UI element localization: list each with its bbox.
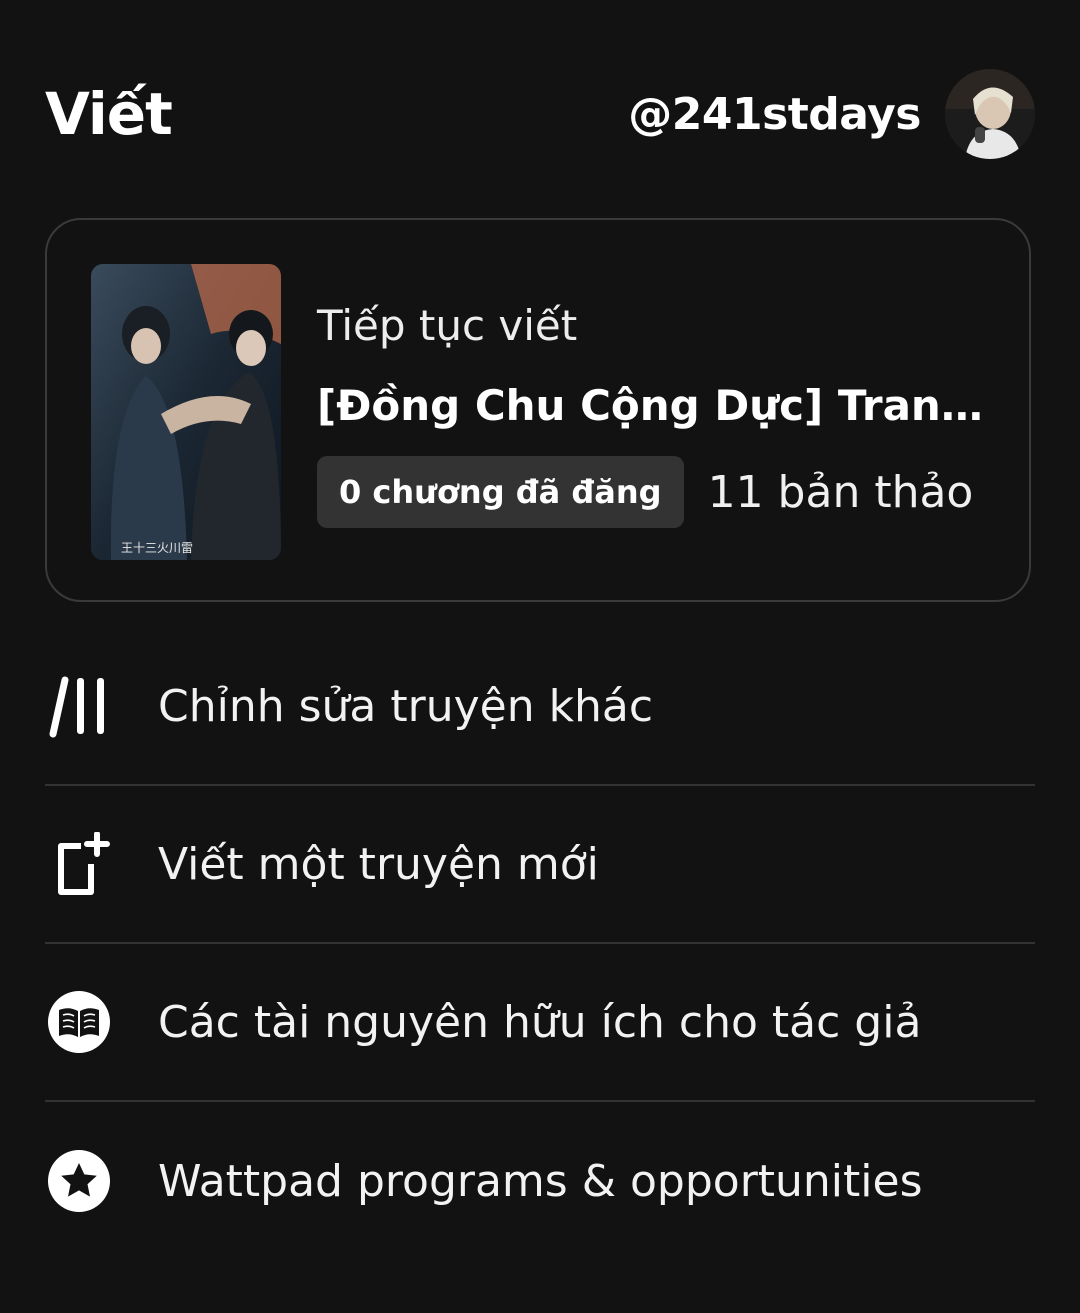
writing-menu: Chỉnh sửa truyện khác Viết một truyện mớ… (45, 628, 1035, 1260)
svg-text:王十三火川雷: 王十三火川雷 (121, 541, 193, 555)
menu-item-label: Wattpad programs & opportunities (158, 1155, 923, 1207)
menu-item-label: Chỉnh sửa truyện khác (158, 680, 654, 732)
avatar[interactable] (945, 69, 1035, 159)
story-stats: 0 chương đã đăng 11 bản thảo (317, 456, 989, 528)
menu-item-edit-other-story[interactable]: Chỉnh sửa truyện khác (45, 628, 1035, 786)
menu-item-label: Các tài nguyên hữu ích cho tác giả (158, 996, 922, 1048)
continue-writing-label: Tiếp tục viết (317, 301, 578, 350)
avatar-image (945, 69, 1035, 159)
header: Viết @241stdays (45, 66, 1035, 162)
menu-item-wattpad-programs[interactable]: Wattpad programs & opportunities (45, 1102, 1035, 1260)
page-title: Viết (45, 80, 173, 148)
star-icon (45, 1147, 113, 1215)
menu-item-label: Viết một truyện mới (158, 838, 599, 890)
story-cover-image: 王十三火川雷 (91, 264, 281, 560)
menu-item-writer-resources[interactable]: Các tài nguyên hữu ích cho tác giả (45, 944, 1035, 1102)
story-info: Tiếp tục viết [Đồng Chu Cộng Dực] Trans … (317, 298, 989, 528)
continue-writing-card[interactable]: 王十三火川雷 Tiếp tục viết [Đồng Chu Cộng Dực]… (45, 218, 1031, 602)
book-icon (45, 988, 113, 1056)
menu-item-new-story[interactable]: Viết một truyện mới (45, 786, 1035, 944)
story-cover[interactable]: 王十三火川雷 (91, 264, 281, 560)
new-story-icon (45, 830, 113, 898)
library-edit-icon (45, 672, 113, 740)
published-chapters-badge: 0 chương đã đăng (317, 456, 684, 528)
profile-link[interactable]: @241stdays (628, 69, 1035, 159)
drafts-count: 11 bản thảo (707, 466, 974, 518)
story-title[interactable]: [Đồng Chu Cộng Dực] Trans -... (317, 378, 989, 434)
username[interactable]: @241stdays (628, 89, 921, 140)
